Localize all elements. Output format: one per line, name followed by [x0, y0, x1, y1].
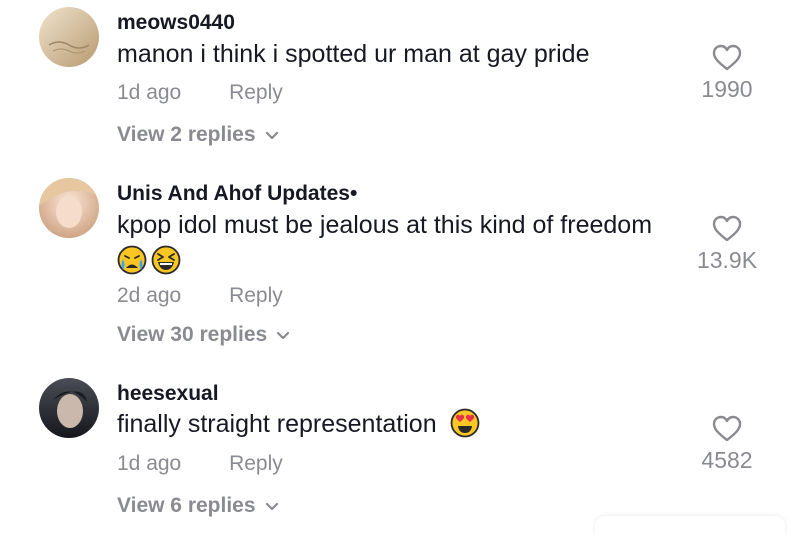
comment-username[interactable]: meows0440 [117, 11, 235, 35]
heart-icon [712, 415, 742, 442]
like-count: 13.9K [696, 247, 758, 273]
heart-eyes-emoji [450, 408, 479, 438]
view-replies-button[interactable]: View 2 replies [117, 123, 280, 147]
heart-icon [712, 44, 742, 71]
like-count: 1990 [701, 76, 753, 102]
view-replies-label: View 6 replies [117, 494, 256, 517]
comment-username[interactable]: Unis And Ahof Updates• [117, 182, 357, 206]
like-button[interactable]: 4582 [682, 415, 772, 474]
like-button[interactable]: 1990 [682, 44, 772, 103]
avatar[interactable] [39, 378, 99, 438]
avatar[interactable] [39, 7, 99, 67]
like-button[interactable]: 13.9K [682, 215, 772, 274]
avatar[interactable] [39, 178, 99, 238]
view-replies-button[interactable]: View 30 replies [117, 323, 291, 347]
view-replies-label: View 30 replies [117, 323, 268, 346]
comment-text: kpop idol must be jealous at this kind o… [117, 210, 652, 275]
comment-text-line: finally straight representation [117, 410, 437, 438]
comment-time: 1d ago [117, 81, 182, 104]
reply-button[interactable]: Reply [229, 452, 283, 475]
heart-icon [712, 215, 742, 242]
comment-username[interactable]: heesexual [117, 382, 219, 406]
comment-text: manon i think i spotted ur man at gay pr… [117, 40, 590, 68]
reply-button[interactable]: Reply [229, 284, 283, 307]
comment-meta: 1d ago Reply [117, 81, 283, 105]
comment-text: finally straight representation [117, 408, 484, 440]
like-count: 4582 [701, 447, 753, 473]
comment-meta: 1d ago Reply [117, 452, 283, 476]
comment-time: 1d ago [117, 452, 182, 475]
view-replies-button[interactable]: View 6 replies [117, 494, 280, 518]
crying-face-emoji [117, 245, 147, 275]
comment-time: 2d ago [117, 284, 182, 307]
bottom-panel-edge [595, 516, 785, 536]
emoji-row [117, 244, 652, 275]
grinning-squinting-face-emoji [151, 245, 181, 275]
chevron-down-icon [277, 331, 290, 340]
comment-meta: 2d ago Reply [117, 284, 283, 308]
reply-button[interactable]: Reply [229, 81, 283, 104]
chevron-down-icon [265, 502, 278, 511]
chevron-down-icon [265, 131, 278, 140]
comment-text-line: kpop idol must be jealous at this kind o… [117, 211, 653, 239]
view-replies-label: View 2 replies [117, 123, 256, 146]
